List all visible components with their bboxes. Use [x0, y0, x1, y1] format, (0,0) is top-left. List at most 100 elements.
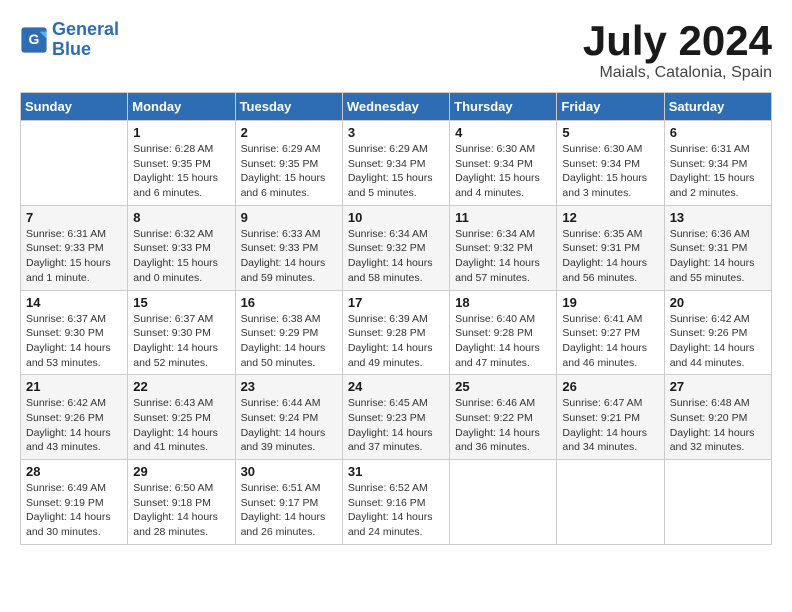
- day-info: Sunrise: 6:50 AMSunset: 9:18 PMDaylight:…: [133, 481, 229, 540]
- day-info: Sunrise: 6:45 AMSunset: 9:23 PMDaylight:…: [348, 396, 444, 455]
- calendar-cell: 5 Sunrise: 6:30 AMSunset: 9:34 PMDaylight…: [557, 121, 664, 206]
- day-info: Sunrise: 6:37 AMSunset: 9:30 PMDaylight:…: [133, 312, 229, 371]
- calendar-cell: 10 Sunrise: 6:34 AMSunset: 9:32 PMDayligh…: [342, 205, 449, 290]
- day-number: 12: [562, 210, 658, 225]
- day-info: Sunrise: 6:38 AMSunset: 9:29 PMDaylight:…: [241, 312, 337, 371]
- day-number: 4: [455, 125, 551, 140]
- calendar-cell: 12 Sunrise: 6:35 AMSunset: 9:31 PMDayligh…: [557, 205, 664, 290]
- calendar-cell: 11 Sunrise: 6:34 AMSunset: 9:32 PMDayligh…: [450, 205, 557, 290]
- day-number: 21: [26, 379, 122, 394]
- calendar-cell: 28 Sunrise: 6:49 AMSunset: 9:19 PMDayligh…: [21, 460, 128, 545]
- calendar-cell: 8Sunrise: 6:32 AMSunset: 9:33 PMDaylight…: [128, 205, 235, 290]
- day-info: Sunrise: 6:40 AMSunset: 9:28 PMDaylight:…: [455, 312, 551, 371]
- weekday-header-thursday: Thursday: [450, 93, 557, 121]
- calendar-cell: 6 Sunrise: 6:31 AMSunset: 9:34 PMDaylight…: [664, 121, 771, 206]
- calendar-cell: 20 Sunrise: 6:42 AMSunset: 9:26 PMDayligh…: [664, 290, 771, 375]
- calendar-cell: 17 Sunrise: 6:39 AMSunset: 9:28 PMDayligh…: [342, 290, 449, 375]
- calendar-cell: 23Sunrise: 6:44 AMSunset: 9:24 PMDayligh…: [235, 375, 342, 460]
- day-number: 17: [348, 295, 444, 310]
- calendar-cell: [664, 460, 771, 545]
- calendar-cell: 18 Sunrise: 6:40 AMSunset: 9:28 PMDayligh…: [450, 290, 557, 375]
- day-info: Sunrise: 6:35 AMSunset: 9:31 PMDaylight:…: [562, 227, 658, 286]
- day-info: Sunrise: 6:33 AMSunset: 9:33 PMDaylight:…: [241, 227, 337, 286]
- day-number: 15: [133, 295, 229, 310]
- day-number: 14: [26, 295, 122, 310]
- day-number: 28: [26, 464, 122, 479]
- day-number: 13: [670, 210, 766, 225]
- weekday-header-monday: Monday: [128, 93, 235, 121]
- calendar-cell: 29 Sunrise: 6:50 AMSunset: 9:18 PMDayligh…: [128, 460, 235, 545]
- calendar-cell: 14 Sunrise: 6:37 AMSunset: 9:30 PMDayligh…: [21, 290, 128, 375]
- calendar-cell: 31 Sunrise: 6:52 AMSunset: 9:16 PMDayligh…: [342, 460, 449, 545]
- calendar-cell: 13Sunrise: 6:36 AMSunset: 9:31 PMDayligh…: [664, 205, 771, 290]
- calendar-cell: 22 Sunrise: 6:43 AMSunset: 9:25 PMDayligh…: [128, 375, 235, 460]
- day-info: Sunrise: 6:32 AMSunset: 9:33 PMDaylight:…: [133, 227, 229, 286]
- day-number: 18: [455, 295, 551, 310]
- day-number: 10: [348, 210, 444, 225]
- day-number: 26: [562, 379, 658, 394]
- day-info: Sunrise: 6:37 AMSunset: 9:30 PMDaylight:…: [26, 312, 122, 371]
- day-number: 11: [455, 210, 551, 225]
- day-info: Sunrise: 6:48 AMSunset: 9:20 PMDaylight:…: [670, 396, 766, 455]
- day-number: 30: [241, 464, 337, 479]
- calendar-cell: 19Sunrise: 6:41 AMSunset: 9:27 PMDayligh…: [557, 290, 664, 375]
- day-info: Sunrise: 6:28 AMSunset: 9:35 PMDaylight:…: [133, 142, 229, 201]
- day-number: 1: [133, 125, 229, 140]
- calendar-cell: 25Sunrise: 6:46 AMSunset: 9:22 PMDayligh…: [450, 375, 557, 460]
- day-info: Sunrise: 6:34 AMSunset: 9:32 PMDaylight:…: [348, 227, 444, 286]
- day-number: 25: [455, 379, 551, 394]
- day-info: Sunrise: 6:43 AMSunset: 9:25 PMDaylight:…: [133, 396, 229, 455]
- page-header: G General Blue July 2024 Maials, Catalon…: [20, 20, 772, 82]
- day-info: Sunrise: 6:30 AMSunset: 9:34 PMDaylight:…: [455, 142, 551, 201]
- day-number: 29: [133, 464, 229, 479]
- logo-icon: G: [20, 26, 48, 54]
- calendar-cell: 27 Sunrise: 6:48 AMSunset: 9:20 PMDayligh…: [664, 375, 771, 460]
- day-number: 22: [133, 379, 229, 394]
- day-info: Sunrise: 6:30 AMSunset: 9:34 PMDaylight:…: [562, 142, 658, 201]
- day-info: Sunrise: 6:42 AMSunset: 9:26 PMDaylight:…: [26, 396, 122, 455]
- day-info: Sunrise: 6:47 AMSunset: 9:21 PMDaylight:…: [562, 396, 658, 455]
- day-info: Sunrise: 6:51 AMSunset: 9:17 PMDaylight:…: [241, 481, 337, 540]
- day-info: Sunrise: 6:31 AMSunset: 9:33 PMDaylight:…: [26, 227, 122, 286]
- day-number: 5: [562, 125, 658, 140]
- calendar-cell: 30 Sunrise: 6:51 AMSunset: 9:17 PMDayligh…: [235, 460, 342, 545]
- day-number: 20: [670, 295, 766, 310]
- calendar-cell: [450, 460, 557, 545]
- day-number: 27: [670, 379, 766, 394]
- calendar-cell: 7 Sunrise: 6:31 AMSunset: 9:33 PMDaylight…: [21, 205, 128, 290]
- day-number: 16: [241, 295, 337, 310]
- weekday-header-saturday: Saturday: [664, 93, 771, 121]
- day-number: 2: [241, 125, 337, 140]
- day-info: Sunrise: 6:29 AMSunset: 9:35 PMDaylight:…: [241, 142, 337, 201]
- day-number: 7: [26, 210, 122, 225]
- day-number: 31: [348, 464, 444, 479]
- weekday-header-friday: Friday: [557, 93, 664, 121]
- weekday-header-tuesday: Tuesday: [235, 93, 342, 121]
- calendar-cell: 24 Sunrise: 6:45 AMSunset: 9:23 PMDayligh…: [342, 375, 449, 460]
- day-info: Sunrise: 6:31 AMSunset: 9:34 PMDaylight:…: [670, 142, 766, 201]
- svg-text:G: G: [29, 31, 40, 47]
- day-info: Sunrise: 6:49 AMSunset: 9:19 PMDaylight:…: [26, 481, 122, 540]
- day-info: Sunrise: 6:34 AMSunset: 9:32 PMDaylight:…: [455, 227, 551, 286]
- day-number: 24: [348, 379, 444, 394]
- calendar-cell: [21, 121, 128, 206]
- calendar-table: SundayMondayTuesdayWednesdayThursdayFrid…: [20, 92, 772, 545]
- calendar-cell: 21 Sunrise: 6:42 AMSunset: 9:26 PMDayligh…: [21, 375, 128, 460]
- calendar-cell: 26 Sunrise: 6:47 AMSunset: 9:21 PMDayligh…: [557, 375, 664, 460]
- calendar-cell: 15 Sunrise: 6:37 AMSunset: 9:30 PMDayligh…: [128, 290, 235, 375]
- calendar-cell: 2 Sunrise: 6:29 AMSunset: 9:35 PMDaylight…: [235, 121, 342, 206]
- month-title: July 2024: [583, 20, 772, 62]
- day-number: 23: [241, 379, 337, 394]
- day-info: Sunrise: 6:41 AMSunset: 9:27 PMDaylight:…: [562, 312, 658, 371]
- day-number: 6: [670, 125, 766, 140]
- day-info: Sunrise: 6:52 AMSunset: 9:16 PMDaylight:…: [348, 481, 444, 540]
- logo: G General Blue: [20, 20, 119, 60]
- location: Maials, Catalonia, Spain: [583, 64, 772, 82]
- calendar-cell: 9 Sunrise: 6:33 AMSunset: 9:33 PMDaylight…: [235, 205, 342, 290]
- calendar-cell: [557, 460, 664, 545]
- day-number: 9: [241, 210, 337, 225]
- day-info: Sunrise: 6:42 AMSunset: 9:26 PMDaylight:…: [670, 312, 766, 371]
- calendar-cell: 4 Sunrise: 6:30 AMSunset: 9:34 PMDaylight…: [450, 121, 557, 206]
- calendar-cell: 1 Sunrise: 6:28 AMSunset: 9:35 PMDaylight…: [128, 121, 235, 206]
- day-info: Sunrise: 6:39 AMSunset: 9:28 PMDaylight:…: [348, 312, 444, 371]
